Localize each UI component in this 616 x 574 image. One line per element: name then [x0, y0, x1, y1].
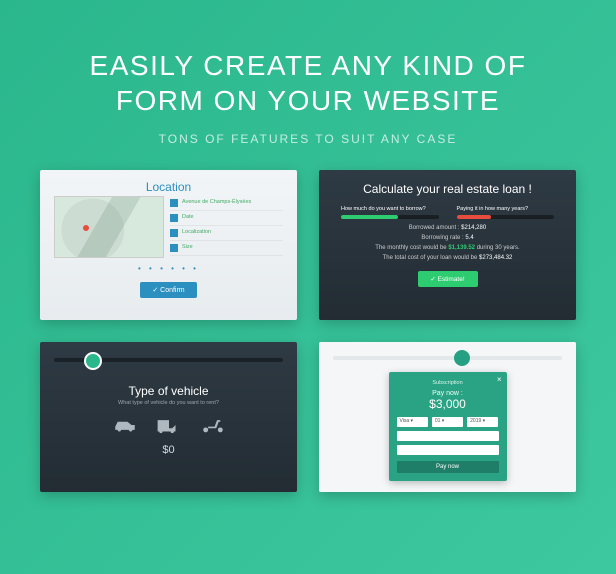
- flag-icon: [170, 199, 178, 207]
- pay-button[interactable]: Pay now: [397, 461, 499, 473]
- years-slider[interactable]: [457, 215, 555, 219]
- location-title: Location: [40, 170, 297, 196]
- month-select[interactable]: 01 ▾: [432, 417, 463, 427]
- loan-q1: How much do you want to borrow?: [341, 206, 426, 212]
- loan-line: Borrowed amount : $214,280: [335, 225, 560, 231]
- list-item[interactable]: Avenue de Champs-Élysées: [170, 196, 283, 211]
- truck-icon[interactable]: [156, 416, 182, 434]
- vehicle-price: $0: [40, 444, 297, 456]
- pin-icon: [170, 229, 178, 237]
- step-dots: • • • • • •: [40, 264, 297, 273]
- car-icon[interactable]: [112, 416, 138, 434]
- card-name-input[interactable]: [397, 445, 499, 455]
- loan-line: The total cost of your loan would be $27…: [335, 255, 560, 261]
- card-number-input[interactable]: [397, 431, 499, 441]
- loan-q2: Paying it in how many years?: [457, 206, 529, 212]
- slider-knob[interactable]: [454, 350, 470, 366]
- card-vehicle: Type of vehicle What type of vehicle do …: [40, 342, 297, 492]
- slider-knob[interactable]: [84, 352, 102, 370]
- loan-title: Calculate your real estate loan !: [335, 182, 560, 196]
- scooter-icon[interactable]: [200, 416, 226, 434]
- card-type-select[interactable]: Visa ▾: [397, 417, 428, 427]
- list-item[interactable]: Date: [170, 211, 283, 226]
- loan-line: Borrowing rate : 5.4: [335, 235, 560, 241]
- size-icon: [170, 244, 178, 252]
- page-title: EASILY CREATE ANY KIND OF FORM ON YOUR W…: [30, 48, 586, 118]
- confirm-button[interactable]: ✓ Confirm: [140, 282, 196, 298]
- estimate-button[interactable]: ✓ Estimate!: [418, 271, 478, 287]
- card-pay: × Subscription Pay now : $3,000 Visa ▾ 0…: [319, 342, 576, 492]
- pay-label: Pay now :: [397, 390, 499, 397]
- pay-panel: × Subscription Pay now : $3,000 Visa ▾ 0…: [389, 372, 507, 481]
- pay-head: Subscription: [397, 380, 499, 386]
- progress-slider[interactable]: [333, 356, 562, 360]
- vehicle-title: Type of vehicle: [40, 384, 297, 398]
- page-subtitle: TONS OF FEATURES TO SUIT ANY CASE: [30, 132, 586, 146]
- close-icon[interactable]: ×: [497, 375, 502, 384]
- calendar-icon: [170, 214, 178, 222]
- map-pin-icon: [83, 225, 89, 231]
- map-icon[interactable]: [54, 196, 164, 258]
- list-item[interactable]: Size: [170, 241, 283, 256]
- loan-line: The monthly cost would be $1,139.52 duri…: [335, 245, 560, 251]
- vehicle-sub: What type of vehicle do you want to rent…: [40, 400, 297, 406]
- pay-amount: $3,000: [397, 397, 499, 411]
- card-location: Location Avenue de Champs-Élysées Date L…: [40, 170, 297, 320]
- list-item[interactable]: Localization: [170, 226, 283, 241]
- amount-slider[interactable]: [341, 215, 439, 219]
- card-loan: Calculate your real estate loan ! How mu…: [319, 170, 576, 320]
- year-select[interactable]: 2019 ▾: [467, 417, 498, 427]
